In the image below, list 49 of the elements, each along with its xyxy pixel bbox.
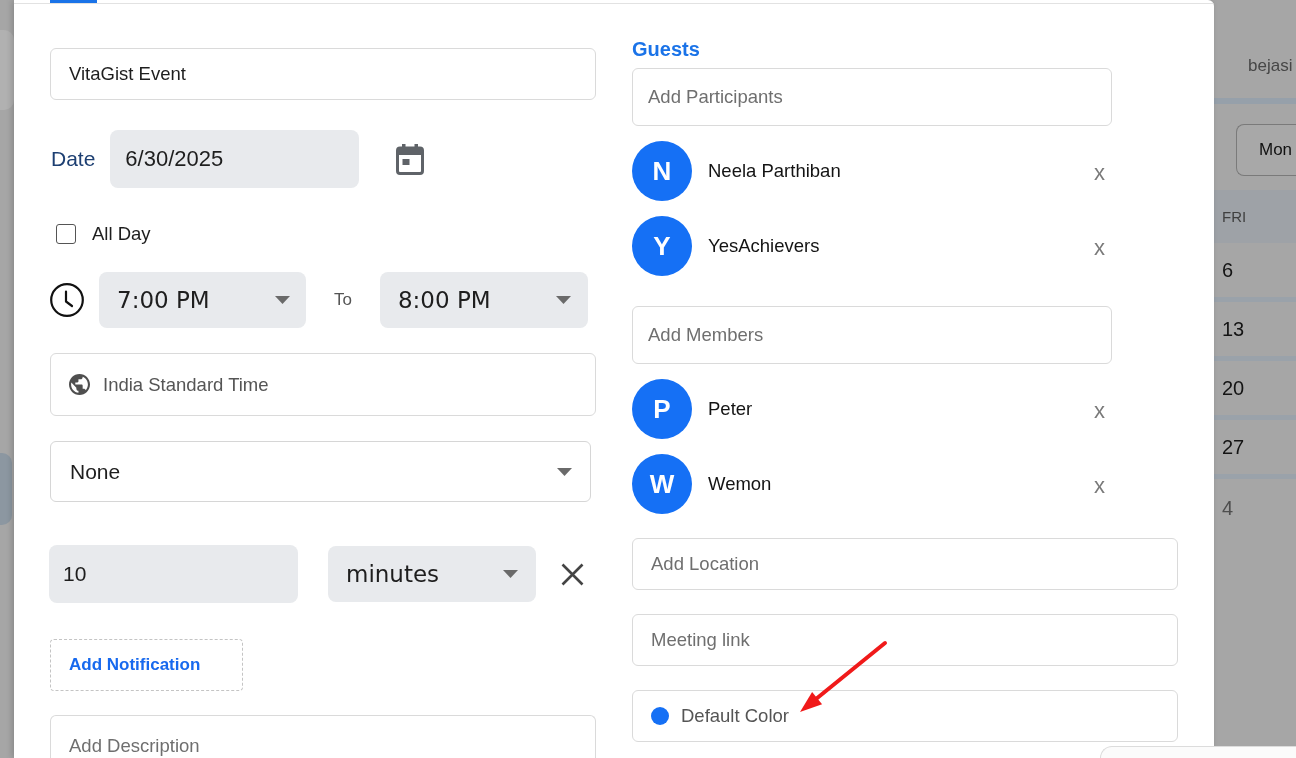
reminder-unit-select[interactable]: minutes: [328, 546, 536, 602]
meeting-link-field[interactable]: Meeting link: [632, 614, 1178, 666]
caret-icon: [503, 570, 518, 578]
description-field[interactable]: Add Description: [50, 715, 596, 758]
caret-icon: [557, 467, 572, 476]
day-number: 4: [1222, 496, 1234, 520]
title-field[interactable]: VitaGist Event: [50, 48, 596, 100]
guest-name: Neela Parthiban: [708, 160, 841, 182]
guest-name: Peter: [708, 398, 753, 420]
color-field[interactable]: Default Color: [632, 690, 1178, 742]
day-number: 6: [1222, 258, 1234, 282]
calendar-icon[interactable]: [396, 143, 425, 175]
globe-icon: [69, 374, 90, 395]
avatar: P: [632, 379, 692, 439]
remove-button[interactable]: x: [1094, 237, 1105, 259]
reminder-amount-field[interactable]: 10: [49, 545, 298, 603]
members-field[interactable]: Add Members: [632, 306, 1112, 364]
day-number: 27: [1222, 435, 1245, 459]
day-number: 20: [1222, 376, 1245, 400]
day-number: 13: [1222, 317, 1245, 341]
background-panel: [0, 453, 12, 525]
guest-name: YesAchievers: [708, 235, 820, 257]
avatar: W: [632, 454, 692, 514]
checkbox-label[interactable]: All Day: [92, 223, 151, 245]
remove-button[interactable]: x: [1094, 162, 1105, 184]
weekday-header: FRI: [1222, 208, 1247, 225]
participants-field[interactable]: Add Participants: [632, 68, 1112, 126]
repeat-select[interactable]: None: [50, 441, 591, 502]
view-button[interactable]: Mon: [1236, 124, 1296, 176]
avatar: Y: [632, 216, 692, 276]
to-label: To: [334, 290, 352, 310]
start-time-select[interactable]: 7:00 PM: [99, 272, 306, 328]
date-field[interactable]: 6/30/2025: [110, 130, 360, 188]
remove-button[interactable]: x: [1094, 400, 1105, 422]
clock-icon: [50, 283, 84, 317]
remove-button[interactable]: x: [1094, 475, 1105, 497]
timezone-field[interactable]: India Standard Time: [50, 353, 596, 416]
add-notification-button[interactable]: Add Notification: [50, 639, 243, 691]
avatar: N: [632, 141, 692, 201]
date-label: Date: [51, 147, 96, 171]
close-icon[interactable]: [561, 562, 584, 586]
section-heading: Guests: [632, 37, 700, 61]
caret-icon: [275, 296, 290, 304]
caret-icon: [555, 296, 571, 304]
checkbox[interactable]: [56, 224, 76, 244]
user-name: bejasi: [1248, 55, 1293, 77]
end-time-select[interactable]: 8:00 PM: [379, 272, 588, 328]
location-field[interactable]: Add Location: [632, 538, 1178, 590]
guest-name: Wemon: [708, 473, 772, 495]
